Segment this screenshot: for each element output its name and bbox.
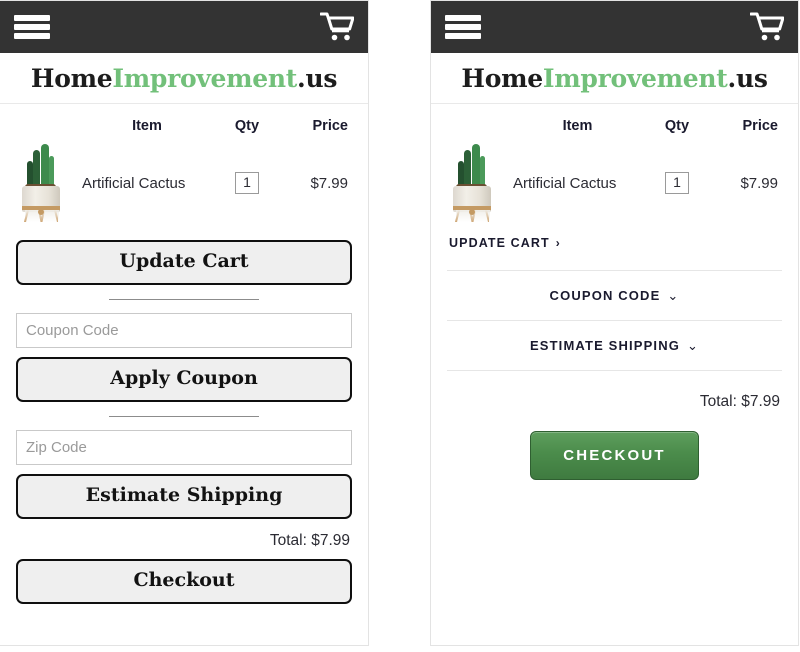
- cart-table-container: Item Qty Price Artificial Cactus 1 $7.99: [0, 104, 368, 226]
- update-cart-link-label: UPDATE CART: [449, 236, 550, 250]
- column-header-price: Price: [742, 118, 778, 134]
- estimate-shipping-button[interactable]: Estimate Shipping: [16, 473, 352, 519]
- hamburger-bar: [445, 24, 481, 30]
- hamburger-bar: [445, 33, 481, 39]
- apply-coupon-button[interactable]: Apply Coupon: [16, 356, 352, 402]
- cactus-stem: [472, 144, 480, 189]
- site-logo[interactable]: HomeImprovement.us: [0, 53, 368, 104]
- cactus-stem: [464, 150, 471, 188]
- pot-rope-knot: [469, 209, 475, 215]
- hamburger-bar: [14, 24, 50, 30]
- column-header-price: Price: [312, 118, 348, 134]
- cart-table-header-row: Item Qty Price: [16, 104, 352, 140]
- artificial-cactus-thumbnail[interactable]: [16, 144, 68, 222]
- logo-text-home: Home: [30, 63, 113, 93]
- column-header-item: Item: [562, 118, 593, 134]
- cactus-stem: [41, 144, 49, 189]
- cart-actions-plain: Update Cart Apply Coupon Estimate Shippi…: [0, 226, 368, 604]
- section-divider: [109, 415, 259, 417]
- checkout-button[interactable]: CHECKOUT: [530, 431, 699, 480]
- product-price: $7.99: [310, 174, 348, 192]
- column-header-image: [16, 104, 78, 140]
- estimate-shipping-accordion[interactable]: ESTIMATE SHIPPING ⌄: [447, 321, 782, 371]
- hamburger-menu-icon[interactable]: [14, 13, 50, 41]
- product-qty-cell: 1: [646, 140, 708, 226]
- product-qty-cell: 1: [216, 140, 278, 226]
- checkout-button-container: CHECKOUT: [447, 411, 782, 480]
- column-header-item: Item: [132, 118, 162, 134]
- column-header-qty: Qty: [234, 118, 260, 134]
- shopping-cart-icon[interactable]: [320, 12, 354, 42]
- top-navigation-bar: [0, 1, 368, 53]
- product-image-cell: [447, 140, 509, 226]
- hamburger-bar: [14, 15, 50, 21]
- coupon-code-accordion[interactable]: COUPON CODE ⌄: [447, 270, 782, 321]
- table-row: Artificial Cactus 1 $7.99: [447, 140, 782, 226]
- shopping-cart-icon[interactable]: [750, 12, 784, 42]
- checkout-button[interactable]: Checkout: [16, 558, 352, 604]
- cart-panel-variant-plain: HomeImprovement.us Item Qty Price Artifi…: [0, 0, 369, 646]
- coupon-code-input[interactable]: [16, 312, 352, 348]
- site-logo[interactable]: HomeImprovement.us: [431, 53, 798, 104]
- coupon-code-accordion-label: COUPON CODE: [549, 288, 661, 303]
- cart-table: Item Qty Price Artificial Cactus 1 $7.99: [447, 104, 782, 226]
- column-header-qty: Qty: [664, 118, 690, 134]
- cart-panel-variant-accordion: HomeImprovement.us Item Qty Price Artifi…: [430, 0, 799, 646]
- cart-table: Item Qty Price Artificial Cactus 1 $7.99: [16, 104, 352, 226]
- product-name: Artificial Cactus: [513, 174, 617, 192]
- hamburger-bar: [14, 33, 50, 39]
- quantity-input[interactable]: 1: [235, 172, 259, 194]
- table-row: Artificial Cactus 1 $7.99: [16, 140, 352, 226]
- quantity-input[interactable]: 1: [665, 172, 689, 194]
- hamburger-bar: [445, 15, 481, 21]
- cart-table-header-row: Item Qty Price: [447, 104, 782, 140]
- chevron-down-icon: ⌄: [667, 288, 680, 303]
- zip-code-input[interactable]: [16, 429, 352, 465]
- hamburger-menu-icon[interactable]: [445, 13, 481, 41]
- logo-text-improvement: Improvement: [112, 63, 298, 93]
- product-image-cell: [16, 140, 78, 226]
- cart-total: Total: $7.99: [269, 531, 350, 549]
- chevron-down-icon: ⌄: [687, 338, 700, 353]
- update-cart-link[interactable]: UPDATE CART ›: [447, 226, 782, 256]
- column-header-image: [447, 104, 509, 140]
- logo-text-tld: .us: [297, 63, 338, 93]
- artificial-cactus-thumbnail[interactable]: [447, 144, 499, 222]
- top-navigation-bar: [431, 1, 798, 53]
- screenshot-stage: HomeImprovement.us Item Qty Price Artifi…: [0, 0, 800, 652]
- logo-text-improvement: Improvement: [542, 63, 728, 93]
- update-cart-button[interactable]: Update Cart: [16, 240, 352, 285]
- pot-rope-knot: [38, 209, 44, 215]
- cart-actions-accordion: UPDATE CART › COUPON CODE ⌄ ESTIMATE SHIP…: [431, 226, 798, 480]
- logo-text-tld: .us: [727, 63, 768, 93]
- section-divider: [109, 298, 259, 300]
- logo-text-home: Home: [461, 63, 543, 93]
- cactus-stem: [33, 150, 40, 188]
- product-name: Artificial Cactus: [82, 174, 186, 192]
- cart-total: Total: $7.99: [699, 393, 780, 410]
- estimate-shipping-accordion-label: ESTIMATE SHIPPING: [529, 338, 680, 353]
- cart-table-container: Item Qty Price Artificial Cactus 1 $7.99: [431, 104, 798, 226]
- chevron-right-icon: ›: [555, 236, 561, 250]
- product-price: $7.99: [740, 174, 778, 192]
